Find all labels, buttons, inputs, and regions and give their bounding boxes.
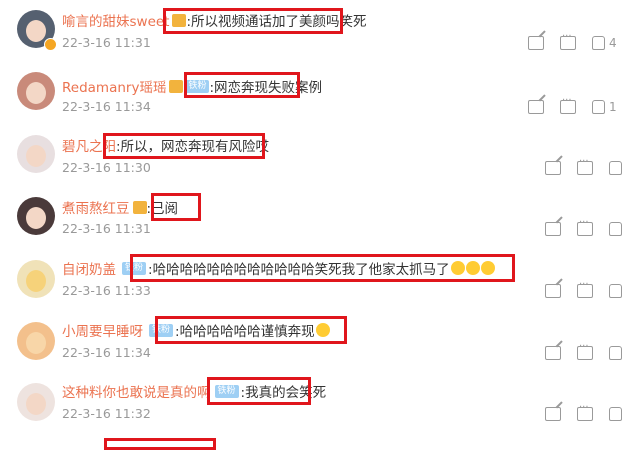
comment-row: 喻言的甜妹sweet :所以视频通话加了美颜吗笑死 22-3-16 11:31 …	[0, 8, 640, 56]
comment-date: 22-3-16 11:30	[62, 160, 151, 175]
like-icon[interactable]	[592, 36, 605, 50]
highlight-box	[151, 193, 201, 221]
comment-row: 这种料你也敢说是真的啊 铁粉 :我真的会笑死 22-3-16 11:32	[0, 377, 640, 429]
share-icon[interactable]	[528, 100, 544, 114]
highlight-box	[163, 8, 343, 34]
comment-row: 小周要早睡呀 铁粉 :哈哈哈哈哈哈谨慎奔现 22-3-16 11:34	[0, 316, 640, 368]
comment-icon[interactable]	[577, 217, 593, 236]
highlight-box	[184, 72, 300, 98]
username[interactable]: Redamanry瑶瑶	[62, 76, 166, 96]
medal-icon	[132, 200, 147, 214]
like-icon[interactable]	[609, 161, 622, 175]
username[interactable]: 自闭奶盖	[62, 258, 116, 278]
comment-date: 22-3-16 11:32	[62, 406, 151, 421]
verified-badge-icon	[44, 38, 57, 51]
avatar[interactable]	[17, 322, 55, 360]
like-icon[interactable]	[592, 100, 605, 114]
avatar[interactable]	[17, 135, 55, 173]
comment-icon[interactable]	[577, 402, 593, 421]
comment-icon[interactable]	[560, 95, 576, 114]
comment-row: Redamanry瑶瑶 铁粉 :网恋奔现失败案例 22-3-16 11:34 1	[0, 70, 640, 118]
share-icon[interactable]	[528, 36, 544, 50]
comment-date: 22-3-16 11:31	[62, 221, 151, 236]
comment-row: 自闭奶盖 铁粉 :哈哈哈哈哈哈哈哈哈哈哈哈笑死我了他家太抓马了 22-3-16 …	[0, 254, 640, 306]
highlight-box	[103, 133, 265, 159]
comment-icon[interactable]	[577, 341, 593, 360]
share-icon[interactable]	[545, 346, 561, 360]
comment-date: 22-3-16 11:33	[62, 283, 151, 298]
comment-date: 22-3-16 11:34	[62, 99, 151, 114]
highlight-box	[104, 438, 216, 450]
share-icon[interactable]	[545, 222, 561, 236]
username[interactable]: 煮雨熬红豆	[62, 197, 130, 217]
like-icon[interactable]	[609, 407, 622, 421]
username[interactable]: 小周要早睡呀	[62, 320, 143, 340]
highlight-box	[155, 316, 347, 344]
comment-icon[interactable]	[577, 279, 593, 298]
username[interactable]: 这种料你也敢说是真的啊	[62, 381, 211, 401]
avatar[interactable]	[17, 72, 55, 110]
username[interactable]: 喻言的甜妹sweet	[62, 10, 169, 30]
like-icon[interactable]	[609, 284, 622, 298]
like-icon[interactable]	[609, 346, 622, 360]
avatar[interactable]	[17, 197, 55, 235]
comment-row: 煮雨熬红豆 :已阅 22-3-16 11:31	[0, 193, 640, 243]
like-icon[interactable]	[609, 222, 622, 236]
share-icon[interactable]	[545, 161, 561, 175]
like-count: 4	[609, 36, 617, 50]
avatar[interactable]	[17, 260, 55, 298]
comment-icon[interactable]	[560, 31, 576, 50]
comment-date: 22-3-16 11:34	[62, 345, 151, 360]
avatar[interactable]	[17, 383, 55, 421]
like-count: 1	[609, 100, 617, 114]
highlight-box	[130, 254, 515, 282]
medal-icon	[169, 79, 184, 93]
comment-row: 碧凡之阳 :所以，网恋奔现有风险哎 22-3-16 11:30	[0, 133, 640, 181]
highlight-box	[207, 377, 311, 405]
share-icon[interactable]	[545, 284, 561, 298]
comment-icon[interactable]	[577, 156, 593, 175]
comment-date: 22-3-16 11:31	[62, 35, 151, 50]
share-icon[interactable]	[545, 407, 561, 421]
